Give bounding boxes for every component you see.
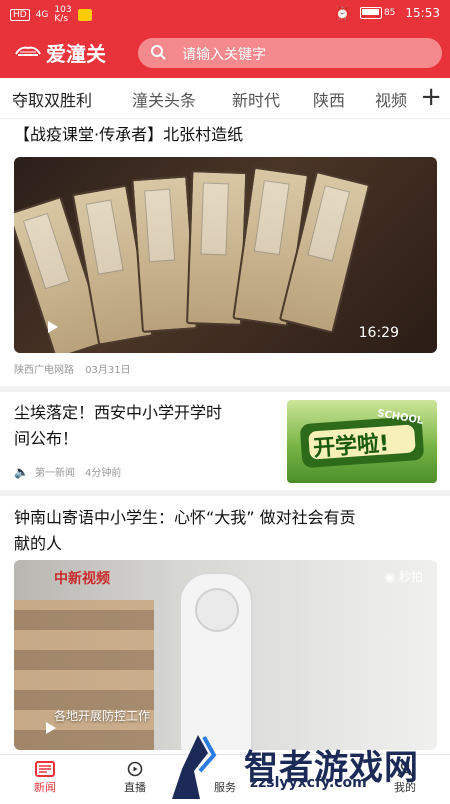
news-title-2[interactable]: 尘埃落定！西安中小学开学时 间公布！ bbox=[14, 400, 284, 451]
news-title-3[interactable]: 钟南山寄语中小学生：心怀“大我” 做对社会有贡 献的人 bbox=[14, 505, 444, 556]
watermark-right-text: 秒拍 bbox=[398, 570, 423, 584]
video-caption: 各地开展防控工作 bbox=[54, 709, 151, 723]
video-watermark-left: 中新视频 bbox=[54, 571, 110, 587]
hd-indicator: HD bbox=[10, 9, 30, 21]
plus-icon: + bbox=[420, 82, 442, 112]
news-date: 03月31日 bbox=[85, 365, 131, 376]
top-header: 爱潼关 请输入关键字 bbox=[0, 28, 450, 78]
battery-icon bbox=[359, 7, 382, 19]
video-duration: 16:29 bbox=[358, 325, 399, 341]
overlay-logo bbox=[172, 735, 232, 800]
news-time: 4分钟前 bbox=[84, 468, 122, 479]
battery-text: 85 bbox=[383, 8, 396, 18]
app-notification-icon bbox=[77, 9, 92, 21]
video-card-1[interactable]: 16:29 bbox=[14, 157, 437, 353]
network-speed-unit: K/s bbox=[54, 14, 69, 24]
overlay-url: zzslyyxcfy.com bbox=[250, 775, 367, 791]
battery-indicator: 85 bbox=[359, 7, 396, 19]
video-watermark-right: ◉ 秒拍 bbox=[385, 568, 424, 585]
news-icon bbox=[35, 761, 55, 777]
news-title-line-1: 尘埃落定！西安中小学开学时 bbox=[14, 403, 223, 422]
nav-live[interactable]: 直播 bbox=[90, 761, 180, 795]
speaker-icon: 🔈 bbox=[14, 464, 29, 479]
news-title-line-2: 间公布！ bbox=[14, 428, 79, 448]
news-title-line-1: 钟南山寄语中小学生：心怀“大我” 做对社会有贡 bbox=[14, 508, 356, 527]
battery-level bbox=[361, 9, 379, 15]
search-bar[interactable]: 请输入关键字 bbox=[138, 38, 442, 68]
video-card-3[interactable]: 中新视频 ◉ 秒拍 各地开展防控工作 bbox=[14, 560, 437, 750]
app-name: 爱潼关 bbox=[46, 42, 106, 66]
thumb-text-main: 开学啦! bbox=[312, 431, 391, 462]
nav-news[interactable]: 新闻 bbox=[0, 761, 90, 795]
tab-label: 夺取双胜利 bbox=[12, 91, 93, 110]
tab-tongguan-toutiao[interactable]: 潼关头条 bbox=[132, 87, 196, 111]
play-icon[interactable] bbox=[42, 317, 62, 337]
news-title-1[interactable]: 【战疫课堂·传承者】北张村造纸 bbox=[14, 122, 444, 148]
tab-label: 新时代 bbox=[232, 91, 281, 110]
news-meta-1: 陕西广电网路 03月31日 bbox=[14, 361, 131, 376]
network-type: 4G bbox=[35, 10, 49, 20]
person-in-protective-suit bbox=[179, 572, 253, 750]
status-right: ⏰ 85 15:53 bbox=[335, 6, 440, 20]
tab-label: 视频 bbox=[375, 91, 408, 110]
app-logo[interactable]: 爱潼关 bbox=[14, 38, 106, 67]
logo-car-icon bbox=[14, 41, 42, 65]
network-speed: 103 K/s bbox=[54, 6, 71, 24]
search-placeholder: 请输入关键字 bbox=[182, 47, 266, 63]
tab-video[interactable]: 视频 bbox=[375, 87, 407, 111]
news-meta-2: 🔈 第一新闻 4分钟前 bbox=[14, 464, 122, 480]
camera-icon: ◉ bbox=[384, 569, 395, 584]
news-source: 陕西广电网路 bbox=[14, 365, 74, 376]
status-left: HD 4G 103 K/s bbox=[10, 6, 92, 24]
news-title-line-2: 献的人 bbox=[14, 533, 63, 553]
clock: 15:53 bbox=[405, 6, 440, 20]
status-bar: HD 4G 103 K/s ⏰ 85 15:53 bbox=[0, 0, 450, 28]
stacked-boxes bbox=[14, 600, 154, 750]
feed-divider-2 bbox=[0, 490, 450, 496]
feed-divider-1 bbox=[0, 386, 450, 392]
tab-xinshidai[interactable]: 新时代 bbox=[232, 87, 280, 111]
live-icon bbox=[125, 761, 145, 777]
nav-label: 直播 bbox=[124, 781, 146, 794]
tab-label: 陕西 bbox=[313, 91, 346, 110]
tab-shaanxi[interactable]: 陕西 bbox=[313, 87, 345, 111]
add-tab-button[interactable]: + bbox=[420, 82, 442, 112]
category-tabs: 夺取双胜利 潼关头条 新时代 陕西 视频 + bbox=[0, 78, 450, 119]
news-title-text: 【战疫课堂·传承者】北张村造纸 bbox=[14, 125, 244, 144]
nav-label: 新闻 bbox=[34, 781, 56, 794]
news-thumbnail-2[interactable]: 开学啦! SCHOOL bbox=[287, 400, 437, 483]
tab-duoqu-shuangshengli[interactable]: 夺取双胜利 bbox=[12, 87, 92, 111]
news-source: 第一新闻 bbox=[34, 468, 75, 479]
search-icon bbox=[150, 44, 166, 60]
alarm-icon: ⏰ bbox=[335, 6, 350, 20]
tab-label: 潼关头条 bbox=[132, 91, 197, 110]
